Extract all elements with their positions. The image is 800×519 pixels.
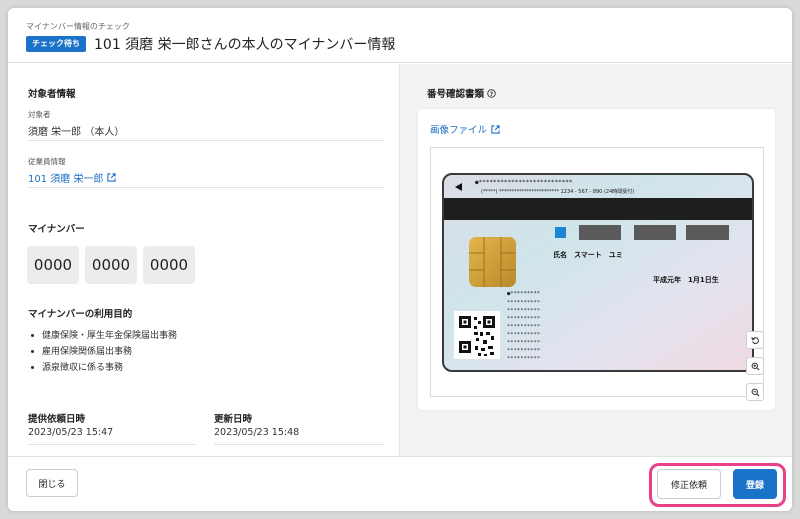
mynumber-group-1: 0000 — [27, 246, 79, 284]
svg-text:**********: ********** — [507, 356, 540, 362]
svg-text:**********: ********** — [507, 324, 540, 330]
mynumber-check-dialog: マイナンバー情報のチェック チェック待ち 101 須磨 栄一郎さんの本人のマイナ… — [8, 8, 792, 511]
breadcrumb: マイナンバー情報のチェック — [26, 22, 130, 31]
dialog-header: マイナンバー情報のチェック チェック待ち 101 須磨 栄一郎さんの本人のマイナ… — [8, 8, 792, 63]
document-title: 番号確認書類 — [427, 89, 485, 100]
zoom-out-icon — [751, 388, 759, 396]
requested-label: 提供依頼日時 — [28, 414, 86, 425]
divider — [28, 187, 384, 188]
divider — [28, 444, 196, 445]
zoom-out-button[interactable] — [746, 383, 764, 401]
employee-link[interactable]: 101 須磨 栄一郎 — [28, 170, 117, 185]
updated-label: 更新日時 — [214, 414, 253, 425]
zoom-in-button[interactable] — [746, 357, 764, 375]
register-button[interactable]: 登録 — [733, 469, 777, 499]
person-label: 対象者 — [28, 110, 51, 119]
right-pane: 番号確認書類 ? 画像ファイル ●***********************… — [399, 64, 792, 456]
purpose-item: 健康保険・厚生年金保険届出事務 — [28, 328, 177, 344]
svg-text:**********: ********** — [507, 340, 540, 346]
purpose-list: 健康保険・厚生年金保険届出事務 雇用保険関係届出事務 源泉徴収に係る事務 — [28, 328, 177, 376]
mynumber-title: マイナンバー — [28, 224, 85, 235]
card-birth: 平成元年 1月1日生 — [653, 275, 719, 284]
divider — [214, 444, 384, 445]
dialog-footer: 閉じる 修正依頼 登録 — [8, 456, 792, 511]
card-line-2: (*****) ************************ 1234 - … — [481, 188, 634, 195]
purpose-item: 雇用保険関係届出事務 — [28, 344, 177, 360]
svg-text:**********: ********** — [507, 332, 540, 338]
image-file-link[interactable]: 画像ファイル — [430, 122, 500, 136]
employee-link-text[interactable]: 101 須磨 栄一郎 — [28, 170, 103, 185]
status-badge: チェック待ち — [26, 36, 86, 52]
external-link-icon — [491, 124, 500, 134]
target-section-title: 対象者情報 — [28, 89, 76, 100]
card-line-1: ●************************** — [475, 179, 573, 186]
document-image-frame: ●************************** (*****) ****… — [430, 147, 764, 397]
svg-text:**********: ********** — [507, 316, 540, 322]
card-dots: ●********* — [507, 291, 540, 297]
external-link-icon — [107, 173, 117, 182]
requested-value: 2023/05/23 15:47 — [28, 427, 114, 438]
svg-text:**********: ********** — [507, 300, 540, 306]
updated-value: 2023/05/23 15:48 — [214, 427, 300, 438]
card-name: 氏名 スマート ユミ — [553, 250, 623, 259]
rotate-icon — [750, 336, 759, 344]
divider — [28, 140, 384, 141]
image-file-link-text[interactable]: 画像ファイル — [430, 122, 487, 136]
left-pane: 対象者情報 対象者 須磨 栄一郎 （本人） 従業員情報 101 須磨 栄一郎 マ… — [8, 64, 399, 456]
rotate-button[interactable] — [746, 331, 764, 349]
page-title: 101 須磨 栄一郎さんの本人のマイナンバー情報 — [94, 37, 396, 53]
mynumber-card-image: ●************************** (*****) ****… — [442, 173, 754, 372]
request-fix-button[interactable]: 修正依頼 — [657, 469, 721, 499]
mynumber-group-2: 0000 — [85, 246, 137, 284]
close-button[interactable]: 閉じる — [26, 469, 78, 497]
purpose-item: 源泉徴収に係る事務 — [28, 360, 177, 376]
title-row: チェック待ち 101 須磨 栄一郎さんの本人のマイナンバー情報 — [26, 34, 395, 54]
svg-text:**********: ********** — [507, 348, 540, 354]
document-title-row: 番号確認書類 ? — [427, 86, 496, 100]
person-value: 須磨 栄一郎 （本人） — [28, 127, 125, 138]
purpose-title: マイナンバーの利用目的 — [28, 309, 133, 320]
zoom-in-icon — [751, 362, 759, 370]
document-panel: 画像ファイル ●************************** (****… — [418, 109, 775, 410]
mynumber-group-3: 0000 — [143, 246, 195, 284]
employee-label: 従業員情報 — [28, 157, 66, 166]
svg-text:**********: ********** — [507, 308, 540, 314]
help-icon[interactable]: ? — [487, 88, 496, 98]
